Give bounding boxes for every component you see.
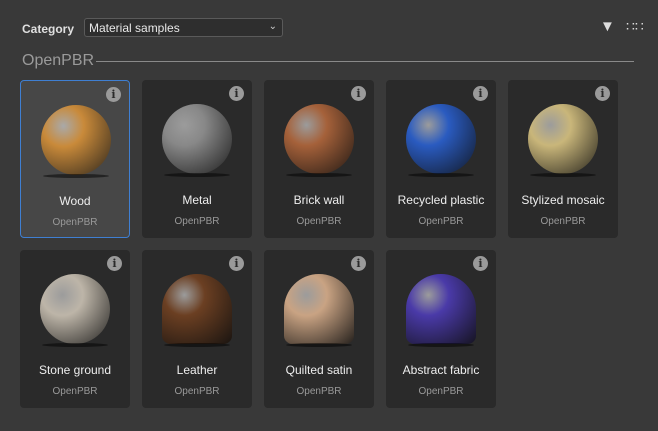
material-card[interactable]: i Leather OpenPBR [142, 250, 252, 408]
info-icon[interactable]: i [107, 256, 122, 271]
material-preview [162, 274, 232, 344]
chevron-down-icon: ⌄ [268, 21, 277, 32]
material-type: OpenPBR [418, 216, 464, 227]
preview-shadow [408, 173, 474, 177]
material-name: Abstract fabric [402, 363, 480, 377]
material-name: Leather [176, 363, 218, 377]
preview-shadow [286, 343, 352, 347]
material-card[interactable]: i Stylized mosaic OpenPBR [508, 80, 618, 238]
material-type: OpenPBR [296, 216, 342, 227]
material-preview [406, 104, 476, 174]
material-card[interactable]: i Abstract fabric OpenPBR [386, 250, 496, 408]
preview-shadow [164, 173, 230, 177]
material-name: Metal [182, 193, 212, 207]
filter-icon[interactable]: ▼ [600, 18, 615, 35]
material-name: Stylized mosaic [521, 193, 605, 207]
material-preview [40, 274, 110, 344]
material-card[interactable]: i Quilted satin OpenPBR [264, 250, 374, 408]
material-card[interactable]: i Wood OpenPBR [20, 80, 130, 238]
material-type: OpenPBR [174, 216, 220, 227]
material-preview [41, 105, 111, 175]
material-name: Quilted satin [285, 363, 353, 377]
preview-shadow [42, 343, 108, 347]
preview-shadow [286, 173, 352, 177]
material-type: OpenPBR [418, 386, 464, 397]
info-icon[interactable]: i [595, 86, 610, 101]
preview-shadow [164, 343, 230, 347]
category-select[interactable]: Material samples ⌄ [84, 18, 283, 37]
material-card[interactable]: i Metal OpenPBR [142, 80, 252, 238]
material-card[interactable]: i Brick wall OpenPBR [264, 80, 374, 238]
material-type: OpenPBR [296, 386, 342, 397]
material-card[interactable]: i Stone ground OpenPBR [20, 250, 130, 408]
info-icon[interactable]: i [229, 86, 244, 101]
info-icon[interactable]: i [351, 86, 366, 101]
section-divider [96, 61, 634, 62]
category-label: Category [22, 22, 75, 36]
info-icon[interactable]: i [473, 256, 488, 271]
category-value: Material samples [89, 21, 180, 35]
material-preview [162, 104, 232, 174]
section-title: OpenPBR [22, 52, 95, 69]
info-icon[interactable]: i [229, 256, 244, 271]
material-type: OpenPBR [52, 386, 98, 397]
material-preview [528, 104, 598, 174]
material-type: OpenPBR [52, 217, 98, 228]
material-name: Recycled plastic [397, 193, 485, 207]
preview-shadow [408, 343, 474, 347]
material-name: Stone ground [38, 363, 112, 377]
material-preview [284, 104, 354, 174]
material-preview [284, 274, 354, 344]
material-type: OpenPBR [174, 386, 220, 397]
preview-shadow [43, 174, 109, 178]
material-name: Brick wall [293, 193, 345, 207]
preview-shadow [530, 173, 596, 177]
material-card[interactable]: i Recycled plastic OpenPBR [386, 80, 496, 238]
material-type: OpenPBR [540, 216, 586, 227]
info-icon[interactable]: i [351, 256, 366, 271]
material-preview [406, 274, 476, 344]
grid-view-icon[interactable]: ∷∷ [626, 18, 644, 35]
info-icon[interactable]: i [473, 86, 488, 101]
info-icon[interactable]: i [106, 87, 121, 102]
material-name: Wood [59, 194, 91, 208]
